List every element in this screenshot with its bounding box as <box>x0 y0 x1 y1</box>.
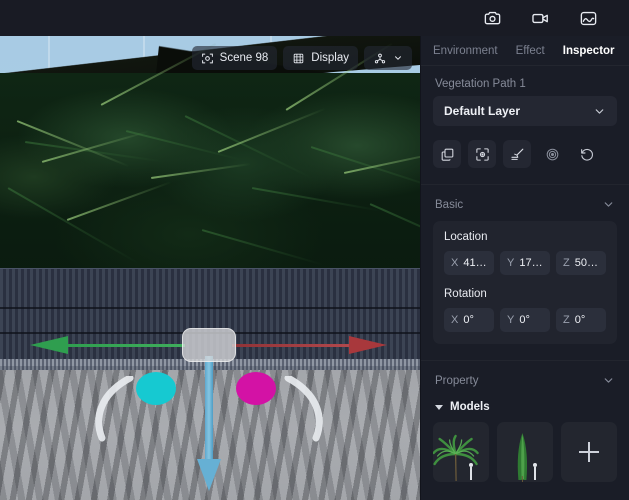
layer-dropdown[interactable]: Default Layer <box>433 96 617 126</box>
add-model-button[interactable] <box>561 422 617 482</box>
palm-tree-model[interactable] <box>433 422 489 482</box>
models-group-title: Models <box>450 401 490 413</box>
camera-icon[interactable] <box>479 5 505 31</box>
top-bar-icon-group <box>479 5 615 31</box>
plus-icon <box>579 442 599 462</box>
location-x-value: 41534 <box>463 257 487 269</box>
panel-tab-bar: Environment Effect Inspector <box>421 36 629 66</box>
panorama-image-icon[interactable] <box>575 5 601 31</box>
display-button-label: Display <box>311 52 349 64</box>
rotation-y-axis-label: Y <box>507 314 515 326</box>
tab-inspector[interactable]: Inspector <box>563 45 615 57</box>
video-camera-icon[interactable] <box>527 5 553 31</box>
location-y-field[interactable]: Y 177742 <box>500 251 550 275</box>
location-z-field[interactable]: Z 5064 <box>556 251 606 275</box>
basic-section-header[interactable]: Basic <box>421 185 629 221</box>
inspector-panel: Environment Effect Inspector Vegetation … <box>420 36 629 500</box>
panel-content: Vegetation Path 1 Default Layer Basic Lo… <box>421 66 629 500</box>
focus-target-icon[interactable] <box>468 140 496 168</box>
paint-brush-icon[interactable] <box>503 140 531 168</box>
location-z-value: 5064 <box>574 257 599 269</box>
scene-metal-fence <box>0 268 420 373</box>
location-x-field[interactable]: X 41534 <box>444 251 494 275</box>
object-tool-row <box>421 126 629 184</box>
layer-dropdown-value: Default Layer <box>444 104 521 118</box>
viewport-3d[interactable]: Scene 98 Display <box>0 36 420 500</box>
chevron-down-icon <box>604 378 613 383</box>
property-section-title: Property <box>435 374 479 387</box>
scene-selector-label: Scene 98 <box>219 52 269 64</box>
rotation-z-value: 0° <box>574 314 586 326</box>
location-label: Location <box>444 231 488 243</box>
rotation-y-value: 0° <box>519 314 530 326</box>
location-vector-row: X 41534 Y 177742 Z 5064 <box>444 251 606 275</box>
circle-target-icon[interactable] <box>538 140 566 168</box>
rotation-z-axis-label: Z <box>563 314 570 326</box>
chevron-down-icon <box>595 108 604 114</box>
rotation-x-axis-label: X <box>451 314 459 326</box>
location-y-axis-label: Y <box>507 257 515 269</box>
viewport-toolbar: Scene 98 Display <box>191 46 412 70</box>
models-grid <box>421 422 629 494</box>
rotation-z-field[interactable]: Z 0° <box>556 308 606 332</box>
scene-pavement <box>0 370 420 500</box>
rotation-x-field[interactable]: X 0° <box>444 308 494 332</box>
rotation-label: Rotation <box>444 288 487 300</box>
chevron-down-icon <box>604 202 613 207</box>
rotation-vector-row: X 0° Y 0° Z 0° <box>444 308 606 332</box>
tab-effect[interactable]: Effect <box>516 45 545 57</box>
chevron-down-icon <box>395 56 401 60</box>
duplicate-icon[interactable] <box>433 140 461 168</box>
basic-section-title: Basic <box>435 198 464 211</box>
cypress-tree-model[interactable] <box>497 422 553 482</box>
caret-down-icon <box>435 404 443 410</box>
reset-icon[interactable] <box>573 140 601 168</box>
object-name-label: Vegetation Path 1 <box>435 78 526 90</box>
main-body: Scene 98 Display Environment Effect Insp… <box>0 36 629 500</box>
scene-selector-button[interactable]: Scene 98 <box>191 46 278 70</box>
scene-render <box>0 36 420 500</box>
models-group-header[interactable]: Models <box>421 397 629 422</box>
rotation-y-field[interactable]: Y 0° <box>500 308 550 332</box>
display-button[interactable]: Display <box>283 46 358 70</box>
scale-figure-icon <box>533 463 537 480</box>
tab-environment[interactable]: Environment <box>433 45 498 57</box>
basic-transform-card: Location X 41534 Y 177742 Z 5064 <box>433 221 617 344</box>
palm-tree-thumbnail <box>433 434 479 481</box>
property-section-header[interactable]: Property <box>421 361 629 397</box>
location-x-axis-label: X <box>451 257 459 269</box>
rotation-x-value: 0° <box>463 314 474 326</box>
cypress-tree-thumbnail <box>517 433 528 482</box>
location-z-axis-label: Z <box>563 257 570 269</box>
location-y-value: 177742 <box>519 257 543 269</box>
scale-figure-icon <box>469 463 473 480</box>
gizmo-mode-dropdown[interactable] <box>364 46 412 70</box>
top-bar <box>0 0 629 36</box>
app-root: Scene 98 Display Environment Effect Insp… <box>0 0 629 500</box>
